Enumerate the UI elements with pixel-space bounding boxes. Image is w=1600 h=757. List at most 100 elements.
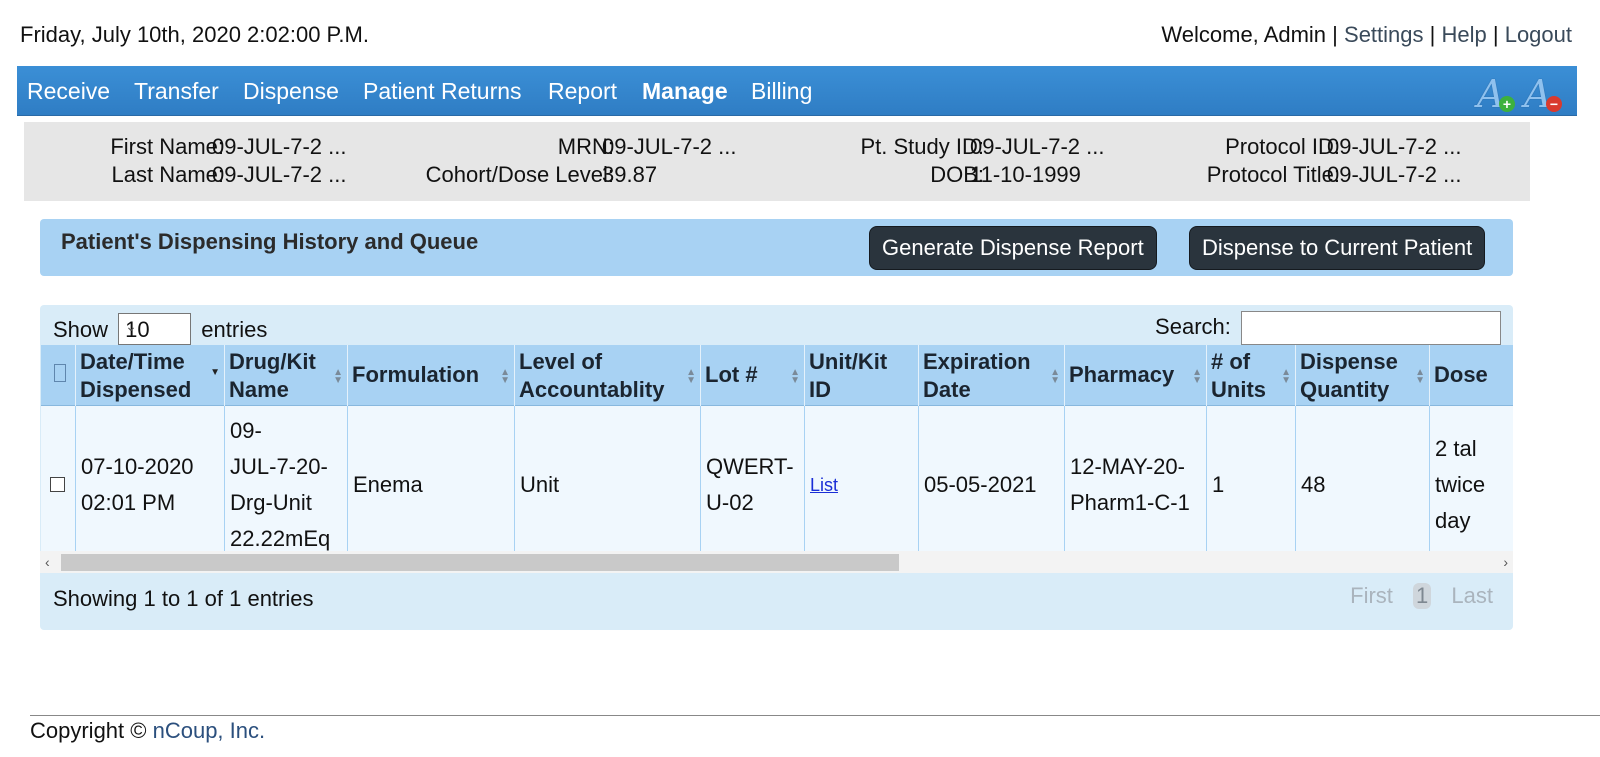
nav-receive[interactable]: Receive [27, 78, 110, 105]
cell-level: Unit [515, 406, 701, 563]
row-checkbox[interactable] [50, 477, 65, 492]
settings-link[interactable]: Settings [1344, 22, 1424, 47]
chevron-down-icon: ⌄ [125, 318, 137, 334]
pagination: First 1 Last [1350, 583, 1493, 609]
top-bar: Friday, July 10th, 2020 2:02:00 P.M. Wel… [20, 22, 1572, 52]
study-id-value: 09-JUL-7-2 ... [970, 134, 1105, 159]
study-id-label: Pt. Study ID: [860, 134, 985, 159]
cohort-label: Cohort/Dose Level: [425, 162, 614, 187]
cell-date: 07-10-2020 02:01 PM [76, 406, 225, 563]
main-nav: Receive Transfer Dispense Patient Return… [17, 66, 1577, 116]
cell-expiration: 05-05-2021 [919, 406, 1065, 563]
col-label: Lot # [705, 362, 758, 387]
cell-lot: QWERT- U-02 [701, 406, 805, 563]
unit-kit-list-link[interactable]: List [810, 467, 838, 503]
scrollbar-thumb[interactable] [61, 554, 899, 571]
page-size-select[interactable]: 10 ⌄ [118, 313, 192, 345]
select-all-header[interactable] [41, 345, 76, 406]
generate-dispense-report-button[interactable]: Generate Dispense Report [869, 226, 1157, 270]
logout-link[interactable]: Logout [1505, 22, 1572, 47]
col-date-dispensed[interactable]: Date/Time Dispensed ▼ [76, 345, 225, 406]
welcome-text: Welcome, Admin [1161, 22, 1327, 47]
last-name-value: 09-JUL-7-2 ... [212, 162, 347, 187]
table-info: Showing 1 to 1 of 1 entries [53, 586, 314, 611]
search-label: Search: [1155, 313, 1231, 339]
col-unit-kit-id[interactable]: Unit/Kit ID [805, 345, 919, 406]
search-input[interactable] [1241, 311, 1501, 345]
table-header-row: Date/Time Dispensed ▼ Drug/Kit Name ▲ ▼ For… [41, 345, 1513, 406]
col-dose[interactable]: Dose [1430, 345, 1513, 406]
col-label: Dose [1434, 362, 1488, 387]
cell-units: 1 [1207, 406, 1296, 563]
sort-icon: ▲ ▼ [686, 367, 696, 386]
patient-info-panel: First Name: 09-JUL-7-2 ... Last Name: 09… [24, 122, 1530, 201]
current-datetime: Friday, July 10th, 2020 2:02:00 P.M. [20, 22, 369, 47]
sort-icon: ▲ ▼ [333, 367, 343, 386]
sort-icon: ▲ ▼ [1281, 367, 1291, 386]
pager-first[interactable]: First [1350, 583, 1393, 608]
minus-badge: − [1546, 96, 1562, 112]
sort-icon: ▲ ▼ [1415, 367, 1425, 386]
nav-patient-returns[interactable]: Patient Returns [363, 78, 522, 105]
pager-page-1[interactable]: 1 [1413, 583, 1432, 609]
sort-icon: ▲ ▼ [500, 367, 510, 386]
col-drug-kit-name[interactable]: Drug/Kit Name ▲ ▼ [225, 345, 348, 406]
sort-icon: ▲ ▼ [1050, 367, 1060, 386]
column-toggle-icon [54, 364, 66, 382]
nav-report[interactable]: Report [548, 78, 617, 105]
plus-badge: + [1499, 96, 1515, 112]
scroll-left-icon[interactable]: ‹ [45, 551, 50, 573]
cell-dose: 2 tal twice day [1435, 435, 1486, 533]
col-label: Dispense Quantity [1300, 349, 1398, 402]
col-label: Expiration Date [923, 349, 1031, 402]
show-label: Show [53, 316, 109, 342]
row-select-cell [41, 406, 76, 563]
dispense-to-current-patient-button[interactable]: Dispense to Current Patient [1189, 226, 1486, 270]
sort-desc-icon: ▼ [210, 367, 220, 378]
footer: Copyright © nCoup, Inc. [30, 718, 265, 744]
protocol-title-value: 09-JUL-7-2 ... [1327, 162, 1462, 187]
sort-icon: ▲ ▼ [790, 367, 800, 386]
cohort-value: 39.87 [602, 162, 658, 187]
cell-unit-kit: List [805, 406, 919, 563]
dob-value: 11-10-1999 [970, 162, 1081, 187]
cell-drug: 09- JUL-7-20- Drg-Unit 22.22mEq [225, 406, 348, 563]
col-pharmacy[interactable]: Pharmacy ▲ ▼ [1065, 345, 1207, 406]
separator: | [1332, 22, 1338, 47]
entries-label: entries [201, 316, 268, 342]
protocol-title-label: Protocol Title: [1206, 162, 1340, 187]
dispense-table-wrapper: Show 10 ⌄ entries Search: Date/Time Disp… [40, 305, 1513, 630]
col-lot-number[interactable]: Lot # ▲ ▼ [701, 345, 805, 406]
font-increase-icon[interactable]: A + [1475, 72, 1515, 116]
horizontal-scrollbar[interactable]: ‹ › [40, 551, 1513, 573]
col-label: Unit/Kit ID [809, 349, 888, 402]
col-formulation[interactable]: Formulation ▲ ▼ [348, 345, 515, 406]
company-link[interactable]: nCoup, Inc. [153, 718, 266, 743]
user-links: Welcome, Admin | Settings | Help | Logou… [1161, 22, 1572, 48]
pager-last[interactable]: Last [1451, 583, 1493, 608]
footer-divider [30, 715, 1600, 716]
help-link[interactable]: Help [1441, 22, 1486, 47]
dispense-table: Date/Time Dispensed ▼ Drug/Kit Name ▲ ▼ For… [41, 345, 1513, 563]
first-name-value: 09-JUL-7-2 ... [212, 134, 347, 159]
scroll-right-icon[interactable]: › [1503, 551, 1508, 573]
col-label: Level of Accountablity [519, 349, 665, 402]
last-name-label: Last Name: [111, 162, 225, 187]
copyright-text: Copyright © [30, 718, 153, 743]
first-name-label: First Name: [110, 134, 224, 159]
nav-manage[interactable]: Manage [642, 78, 728, 105]
mrn-value: 09-JUL-7-2 ... [602, 134, 737, 159]
col-dispense-quantity[interactable]: Dispense Quantity ▲ ▼ [1296, 345, 1430, 406]
cell-quantity: 48 [1296, 406, 1430, 563]
protocol-id-value: 09-JUL-7-2 ... [1327, 134, 1462, 159]
col-number-of-units[interactable]: # of Units ▲ ▼ [1207, 345, 1296, 406]
col-label: # of Units [1211, 349, 1266, 402]
col-level-of-accountability[interactable]: Level of Accountablity ▲ ▼ [515, 345, 701, 406]
nav-billing[interactable]: Billing [751, 78, 812, 105]
col-expiration-date[interactable]: Expiration Date ▲ ▼ [919, 345, 1065, 406]
font-decrease-icon[interactable]: A − [1522, 72, 1562, 116]
page-length-control: Show 10 ⌄ entries [53, 313, 268, 347]
nav-dispense[interactable]: Dispense [243, 78, 339, 105]
sort-icon: ▲ ▼ [1192, 367, 1202, 386]
nav-transfer[interactable]: Transfer [134, 78, 219, 105]
